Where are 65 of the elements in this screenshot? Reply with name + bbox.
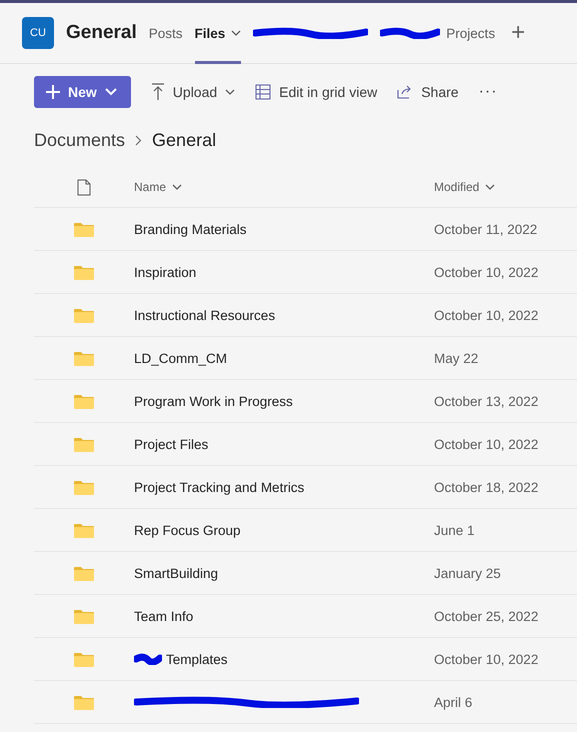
chevron-icon bbox=[135, 135, 142, 146]
plus-icon bbox=[46, 85, 60, 99]
folder-icon bbox=[74, 222, 94, 236]
modified-date: October 10, 2022 bbox=[434, 652, 538, 666]
modified-date: October 10, 2022 bbox=[434, 264, 538, 280]
folder-name[interactable]: SmartBuilding bbox=[134, 566, 218, 580]
folder-name[interactable]: Rep Focus Group bbox=[134, 522, 241, 538]
name-column-header[interactable]: Name bbox=[134, 180, 182, 194]
folder-name[interactable]: Templates bbox=[166, 652, 228, 666]
team-title: General bbox=[66, 22, 137, 44]
modified-date: April 6 bbox=[434, 694, 472, 710]
folder-icon bbox=[74, 350, 94, 366]
breadcrumb-item[interactable]: Documents bbox=[34, 130, 126, 151]
chevron-icon bbox=[172, 184, 182, 190]
modified-date: October 13, 2022 bbox=[434, 394, 538, 408]
new-button[interactable]: New bbox=[34, 76, 131, 108]
grid-button[interactable]: Edit in grid view bbox=[255, 84, 378, 100]
breadcrumb-item[interactable]: General bbox=[152, 130, 216, 151]
folder-name[interactable]: Project Files bbox=[134, 436, 208, 452]
share-button[interactable]: Share bbox=[397, 84, 459, 100]
modified-date: May 22 bbox=[434, 350, 478, 366]
chevron-icon bbox=[485, 184, 496, 190]
add-tab-button[interactable]: + bbox=[511, 19, 526, 47]
folder-icon bbox=[74, 436, 94, 452]
channel-tab[interactable]: Files bbox=[194, 3, 242, 64]
folder-icon bbox=[74, 694, 94, 710]
redaction-mark bbox=[380, 27, 440, 39]
folder-icon bbox=[74, 480, 94, 494]
team-avatar: CU bbox=[22, 17, 54, 49]
upload-icon bbox=[150, 83, 165, 101]
share-icon bbox=[397, 85, 414, 99]
folder-name[interactable]: Program Work in Progress bbox=[134, 394, 293, 408]
folder-name[interactable]: Instructional Resources bbox=[134, 308, 276, 322]
tab-label: Posts bbox=[148, 26, 183, 40]
modified-date: October 10, 2022 bbox=[434, 308, 538, 322]
folder-icon bbox=[74, 608, 94, 624]
folder-icon bbox=[74, 394, 94, 408]
folder-icon bbox=[74, 522, 94, 538]
file-type-icon bbox=[77, 178, 91, 196]
modified-date: October 11, 2022 bbox=[434, 222, 538, 236]
tab-label: Files bbox=[194, 26, 226, 40]
folder-name[interactable]: Project Tracking and Metrics bbox=[134, 480, 304, 494]
folder-name[interactable]: Team Info bbox=[134, 608, 194, 624]
folder-name[interactable]: Branding Materials bbox=[134, 222, 247, 236]
folder-name[interactable]: LD_Comm_CM bbox=[134, 350, 228, 366]
modified-column-header[interactable]: Modified bbox=[434, 180, 496, 194]
chevron-icon bbox=[104, 88, 117, 96]
folder-icon bbox=[74, 308, 94, 322]
channel-tab[interactable]: Posts bbox=[148, 3, 183, 64]
modified-date: June 1 bbox=[434, 522, 475, 538]
modified-date: October 25, 2022 bbox=[434, 608, 538, 624]
folder-name[interactable]: Inspiration bbox=[134, 264, 196, 280]
tab-label: Projects bbox=[446, 26, 496, 40]
modified-date: January 25 bbox=[434, 566, 501, 580]
modified-date: October 18, 2022 bbox=[434, 480, 538, 494]
folder-icon bbox=[74, 566, 94, 580]
chevron-icon bbox=[231, 30, 242, 36]
chevron-icon bbox=[225, 89, 236, 95]
channel-tab[interactable]: Projects bbox=[380, 3, 496, 64]
grid-icon bbox=[255, 84, 272, 100]
folder-icon bbox=[74, 264, 94, 280]
upload-button[interactable]: Upload bbox=[150, 83, 236, 101]
more-button[interactable]: ··· bbox=[478, 83, 498, 101]
modified-date: October 10, 2022 bbox=[434, 436, 538, 452]
folder-icon bbox=[74, 652, 94, 666]
